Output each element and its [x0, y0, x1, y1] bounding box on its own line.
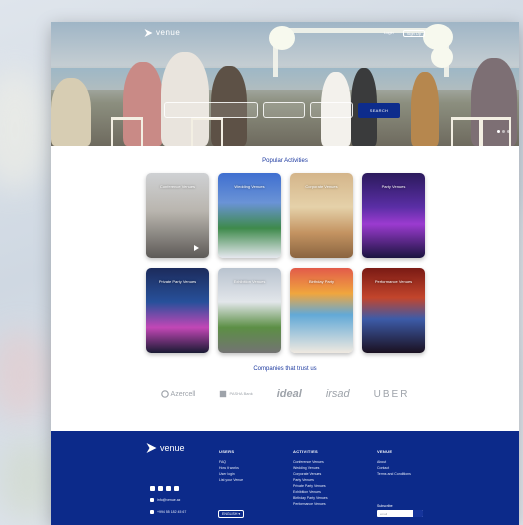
- contact-email[interactable]: info@venue.az: [150, 498, 180, 502]
- carousel-dot[interactable]: [497, 130, 500, 133]
- tile-label: Wedding Venues: [234, 184, 265, 189]
- mail-icon: [150, 498, 154, 502]
- azercell-mark-icon: [160, 390, 169, 398]
- footer-users-column: USERS FAQ How it works User login List y…: [219, 449, 243, 483]
- phone-icon: [150, 510, 154, 514]
- footer-link[interactable]: List your Venue: [219, 477, 243, 483]
- azercell-logo: Azercell: [160, 390, 195, 398]
- tile-label: Performance Venues: [374, 279, 413, 284]
- site-logo[interactable]: venue: [144, 28, 180, 37]
- subscribe-placeholder: email: [380, 511, 388, 516]
- tile-private-party-venues[interactable]: Private Party Venues: [146, 268, 209, 353]
- tile-label: Exhibition Venues: [233, 279, 266, 284]
- logo-mark-icon: [146, 443, 157, 453]
- tile-performance-venues[interactable]: Performance Venues: [362, 268, 425, 353]
- login-link[interactable]: Login: [384, 30, 394, 37]
- tile-label: Party Venues: [381, 184, 406, 189]
- search-bar: SEARCH: [164, 102, 400, 118]
- ideal-logo: ideal: [276, 388, 302, 400]
- site-footer: venue USERS FAQ How it works User login …: [51, 431, 519, 525]
- instagram-icon[interactable]: [158, 486, 163, 491]
- subscribe-input[interactable]: email: [377, 510, 423, 517]
- hero-banner: venue Login Sign Up SEARCH: [51, 22, 519, 146]
- pasha-bank-logo: PASHA Bank: [219, 390, 253, 398]
- partner-logos: Azercell PASHA Bank ideal irsad UBER: [51, 388, 519, 400]
- tile-label: Corporate Venues: [305, 184, 338, 189]
- play-icon[interactable]: [194, 245, 199, 251]
- date-input[interactable]: [310, 102, 353, 118]
- logo-text: venue: [156, 28, 181, 37]
- tile-conference-venues[interactable]: Conference Venues: [146, 173, 209, 258]
- twitter-icon[interactable]: [166, 486, 171, 491]
- carousel-dot[interactable]: [507, 130, 510, 133]
- language-select[interactable]: ENGLISH ▾: [218, 510, 245, 518]
- pasha-mark-icon: [220, 390, 227, 398]
- companies-title: Companies that trust us: [253, 366, 317, 372]
- location-select[interactable]: [263, 102, 305, 118]
- top-nav: Login Sign Up: [384, 30, 425, 37]
- tile-birthday-party[interactable]: Birthday Party: [290, 268, 353, 353]
- tile-party-venues[interactable]: Party Venues: [362, 173, 425, 258]
- footer-activities-title: ACTIVITIES: [293, 449, 319, 454]
- activity-select[interactable]: [164, 102, 258, 118]
- linkedin-icon[interactable]: [174, 486, 179, 491]
- tile-wedding-venues[interactable]: Wedding Venues: [218, 173, 281, 258]
- footer-venue-column: VENUE About Contact Terms and Conditions: [377, 449, 411, 477]
- tile-label: Birthday Party: [308, 279, 335, 284]
- carousel-dot[interactable]: [502, 130, 505, 133]
- subscribe-button[interactable]: [413, 510, 423, 517]
- signup-button[interactable]: Sign Up: [402, 30, 425, 37]
- uber-logo: UBER: [373, 388, 410, 400]
- subscribe-label: Subscribe: [377, 504, 393, 508]
- footer-venue-title: VENUE: [377, 449, 393, 454]
- footer-link[interactable]: Terms and Conditions: [377, 471, 411, 477]
- logo-mark-icon: [144, 28, 153, 37]
- facebook-icon[interactable]: [150, 486, 155, 491]
- footer-users-title: USERS: [219, 449, 235, 454]
- tile-label: Private Party Venues: [158, 279, 197, 284]
- tile-exhibition-venues[interactable]: Exhibition Venues: [218, 268, 281, 353]
- popular-activities-title: Popular Activities: [262, 158, 308, 164]
- carousel-dots: [497, 130, 510, 133]
- search-button[interactable]: SEARCH: [358, 102, 400, 118]
- social-links: [150, 486, 179, 491]
- footer-link[interactable]: Performance Venues: [293, 501, 328, 507]
- irsad-logo: irsad: [325, 388, 350, 400]
- footer-activities-column: ACTIVITIES Conference Venues Wedding Ven…: [293, 449, 328, 507]
- tile-label: Conference Venues: [159, 184, 196, 189]
- contact-phone[interactable]: +994 55 182 45 67: [150, 510, 186, 514]
- tile-corporate-venues[interactable]: Corporate Venues: [290, 173, 353, 258]
- venue-homepage: venue Login Sign Up SEARCH Popular Activ…: [51, 22, 519, 525]
- footer-logo[interactable]: venue: [146, 443, 185, 453]
